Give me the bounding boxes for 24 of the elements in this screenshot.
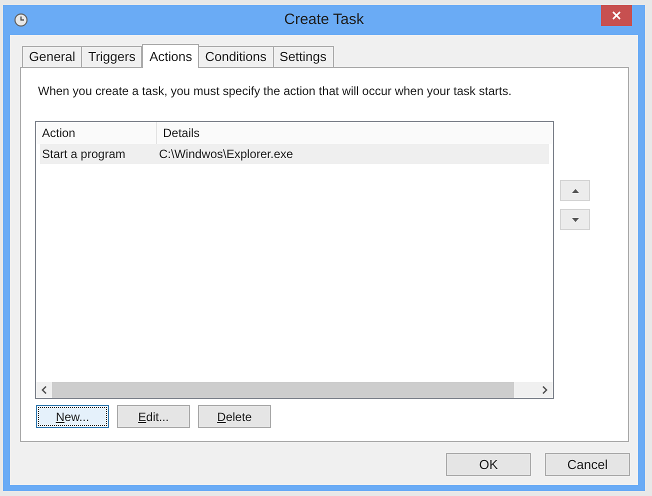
up-arrow-icon xyxy=(572,188,578,192)
close-button[interactable] xyxy=(601,5,632,26)
action-button[interactable]: Delete xyxy=(198,405,271,428)
close-icon xyxy=(612,11,621,20)
dialog-button[interactable]: Cancel xyxy=(545,453,630,476)
tab[interactable]: Actions xyxy=(142,44,200,68)
tab[interactable]: General xyxy=(22,46,82,67)
description-text: When you create a task, you must specify the action that will occur when your task starts. xyxy=(38,83,512,100)
down-arrow-icon xyxy=(572,218,578,222)
action-button[interactable]: Edit... xyxy=(117,405,190,428)
scroll-left-icon[interactable] xyxy=(41,386,47,394)
move-down-button[interactable] xyxy=(560,209,590,230)
tab[interactable]: Settings xyxy=(272,46,334,67)
dialog-button[interactable]: OK xyxy=(446,453,531,476)
tab[interactable]: Triggers xyxy=(81,46,142,67)
action-button[interactable]: New... xyxy=(36,405,109,428)
move-up-button[interactable] xyxy=(560,180,590,201)
table-row[interactable]: Start a program C:\Windwos\Explorer.exe xyxy=(40,144,549,164)
clock-icon xyxy=(14,13,28,27)
window-title: Create Task xyxy=(284,10,364,30)
table-cell-text: C:\Windwos\Explorer.exe xyxy=(158,146,294,163)
column-header[interactable]: Details xyxy=(157,122,553,144)
table-cell-text: Start a program xyxy=(41,146,126,163)
scroll-right-icon[interactable] xyxy=(542,386,548,394)
